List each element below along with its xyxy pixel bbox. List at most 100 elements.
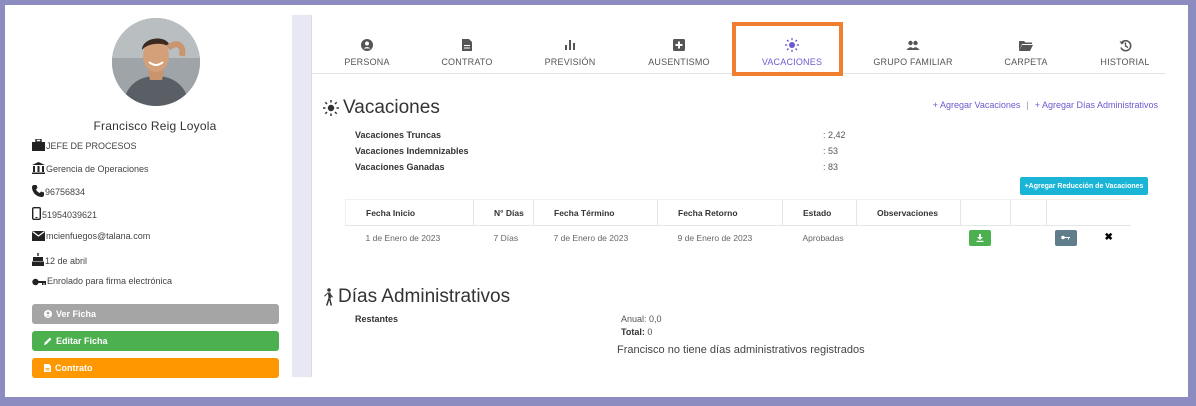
vacaciones-table: Fecha Inicio N° Días Fecha Término Fecha…	[345, 199, 1131, 250]
person-icon	[361, 39, 373, 51]
editar-ficha-button[interactable]: Editar Ficha	[32, 331, 279, 351]
column-header: Fecha Retorno	[657, 199, 783, 226]
birthday-info: 12 de abril	[32, 253, 87, 266]
phone-text: 96756834	[45, 187, 86, 197]
cake-icon	[32, 253, 44, 266]
editar-ficha-label: Editar Ficha	[56, 336, 108, 346]
total-value: 0	[647, 327, 653, 337]
briefcase-icon	[32, 139, 45, 151]
key-button[interactable]	[1054, 229, 1077, 246]
key-icon	[1061, 235, 1070, 240]
document-icon	[462, 39, 472, 51]
vacaciones-links: + Agregar Vacaciones | + Agregar Días Ad…	[933, 100, 1158, 110]
summary-label: Vacaciones Truncas	[355, 130, 442, 140]
link-separator: |	[1026, 100, 1029, 110]
summary-value: : 53	[823, 146, 839, 156]
profile-name: Francisco Reig Loyola	[93, 119, 217, 133]
user-circle-icon	[44, 310, 52, 318]
tab-label: PERSONA	[344, 57, 390, 67]
agregar-reduccion-button[interactable]: +Agregar Reducción de Vacaciones	[1020, 177, 1148, 195]
cell-download	[961, 226, 1011, 250]
column-header: Fecha Inicio	[345, 199, 474, 226]
avatar	[112, 18, 200, 106]
table-row: 1 de Enero de 2023 7 Días 7 de Enero de …	[346, 226, 1131, 250]
tab-prevision[interactable]: PREVISIÓN	[515, 30, 625, 74]
delete-icon[interactable]: ✖	[1105, 232, 1113, 243]
vacaciones-title: Vacaciones	[323, 97, 440, 119]
ver-ficha-button[interactable]: Ver Ficha	[32, 304, 279, 324]
people-icon	[906, 40, 920, 50]
tab-carpeta[interactable]: CARPETA	[971, 30, 1081, 74]
column-header-blank	[960, 199, 1011, 226]
summary-value: : 2,42	[823, 130, 846, 140]
cell-fecha-inicio: 1 de Enero de 2023	[365, 232, 441, 243]
tab-label: AUSENTISMO	[648, 57, 710, 67]
table-header-row: Fecha Inicio N° Días Fecha Término Fecha…	[345, 199, 1131, 226]
position-text: JEFE DE PROCESOS	[46, 141, 137, 151]
employee-profile-page: Francisco Reig Loyola JEFE DE PROCESOS G…	[5, 5, 1188, 397]
vacaciones-title-text: Vacaciones	[343, 97, 440, 118]
mobile-icon	[32, 207, 41, 220]
restantes-label: Restantes	[355, 314, 399, 324]
signature-info: Enrolado para firma electrónica	[32, 276, 172, 286]
cell-fecha-retorno: 9 de Enero de 2023	[677, 232, 753, 243]
column-header-blank	[1046, 199, 1131, 226]
summary-label: Vacaciones Indemnizables	[355, 146, 469, 156]
email-text: mcienfuegos@talana.com	[46, 231, 151, 241]
tab-grupo-familiar[interactable]: GRUPO FAMILIAR	[858, 30, 968, 74]
download-button[interactable]	[968, 229, 991, 246]
sidebar-divider	[292, 15, 312, 377]
dias-administrativos-title-text: Días Administrativos	[338, 286, 511, 307]
phone-icon	[32, 185, 44, 197]
folder-icon	[1019, 40, 1033, 51]
tab-ausentismo[interactable]: AUSENTISMO	[624, 30, 734, 74]
cell-observaciones	[857, 226, 961, 250]
column-header: N° Días	[473, 199, 534, 226]
medical-cross-icon	[673, 39, 685, 51]
tab-contrato[interactable]: CONTRATO	[412, 30, 522, 74]
profile-sidebar: Francisco Reig Loyola JEFE DE PROCESOS G…	[5, 5, 295, 397]
bar-chart-icon	[565, 40, 575, 50]
agregar-dias-administrativos-link[interactable]: + Agregar Días Administrativos	[1035, 100, 1158, 110]
mobile-text: 51954039621	[42, 210, 98, 220]
tab-label: CARPETA	[1004, 57, 1048, 67]
vacaciones-tab-highlight	[732, 22, 843, 76]
contrato-button[interactable]: Contrato	[32, 358, 279, 378]
position-info: JEFE DE PROCESOS	[32, 139, 137, 151]
summary-label: Vacaciones Ganadas	[355, 162, 445, 172]
pencil-icon	[44, 337, 52, 345]
column-header: Observaciones	[856, 199, 961, 226]
history-icon	[1119, 39, 1131, 51]
ver-ficha-label: Ver Ficha	[56, 309, 97, 319]
tab-historial[interactable]: HISTORIAL	[1070, 30, 1180, 74]
department-text: Gerencia de Operaciones	[46, 164, 149, 174]
agregar-vacaciones-link[interactable]: + Agregar Vacaciones	[933, 100, 1021, 110]
key-icon	[32, 278, 46, 286]
department-info: Gerencia de Operaciones	[32, 162, 149, 174]
dias-administrativos-title: Días Administrativos	[323, 286, 510, 308]
download-icon	[976, 233, 983, 242]
email-info: mcienfuegos@talana.com	[32, 231, 150, 241]
phone-info: 96756834	[32, 185, 85, 197]
total-row: Total: 0	[621, 327, 652, 337]
walking-person-icon	[324, 288, 333, 306]
institution-icon	[32, 162, 45, 174]
column-header: Fecha Término	[533, 199, 658, 226]
anual-value: Anual: 0,0	[621, 314, 662, 324]
summary-value: : 83	[823, 162, 839, 172]
cell-empty	[1011, 226, 1047, 250]
cell-estado: Aprobadas	[802, 232, 844, 243]
file-icon	[44, 364, 51, 372]
total-label: Total:	[621, 327, 645, 337]
tab-persona[interactable]: PERSONA	[312, 30, 422, 74]
tab-label: PREVISIÓN	[544, 57, 596, 67]
cell-dias: 7 Días	[493, 232, 519, 243]
tab-label: HISTORIAL	[1100, 57, 1150, 67]
signature-text: Enrolado para firma electrónica	[47, 276, 173, 286]
birthday-text: 12 de abril	[45, 256, 88, 266]
column-header-blank	[1010, 199, 1047, 226]
envelope-icon	[32, 231, 45, 241]
tab-label: CONTRATO	[441, 57, 493, 67]
contrato-label: Contrato	[55, 363, 93, 373]
cell-fecha-termino: 7 de Enero de 2023	[553, 232, 629, 243]
